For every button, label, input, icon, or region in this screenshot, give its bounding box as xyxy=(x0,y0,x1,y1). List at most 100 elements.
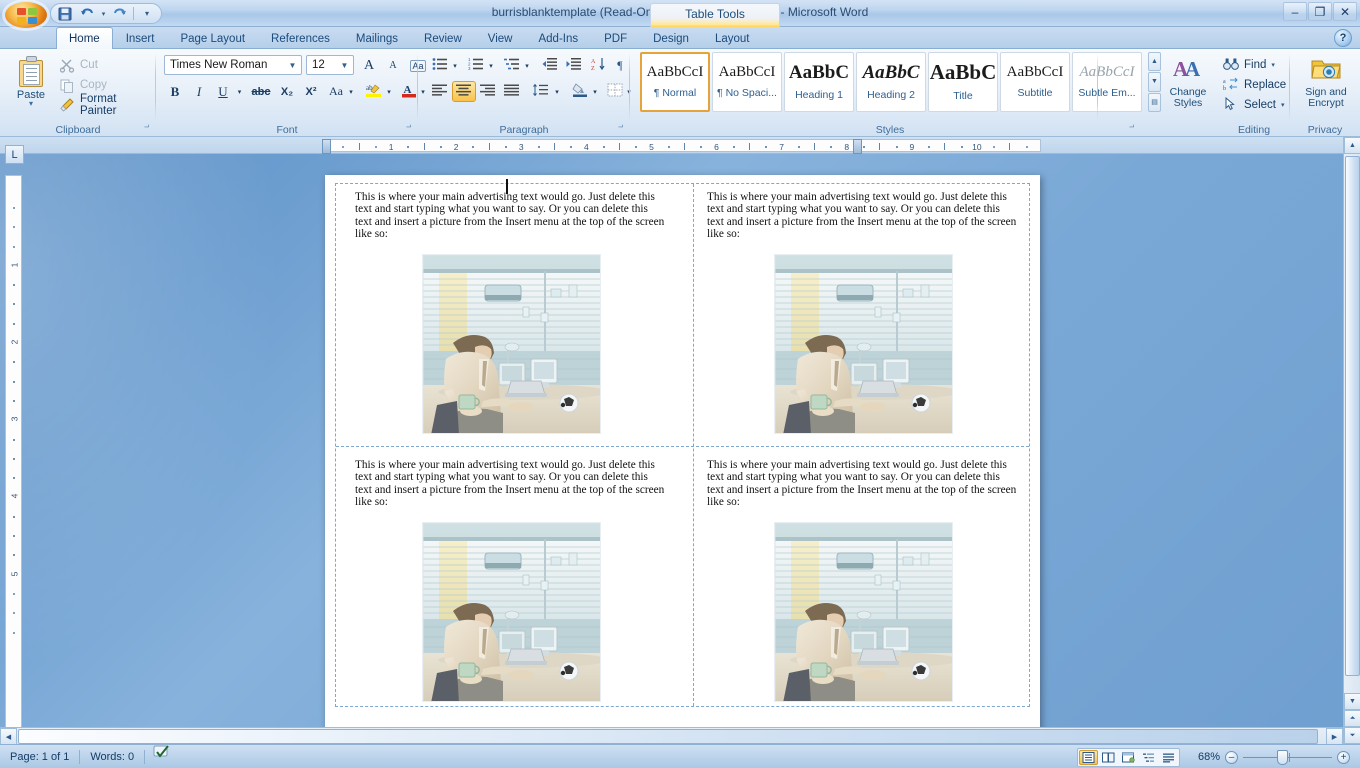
shading-button[interactable] xyxy=(568,81,592,102)
zoom-slider[interactable]: – + xyxy=(1225,750,1350,765)
shading-dropdown-icon[interactable]: ▾ xyxy=(590,81,600,102)
restore-button[interactable]: ❐ xyxy=(1308,2,1332,21)
copy-button[interactable]: Copy xyxy=(56,75,112,94)
proofing-status-icon[interactable] xyxy=(145,744,179,768)
zoom-out-button[interactable]: – xyxy=(1225,751,1238,764)
numbering-dropdown-icon[interactable]: ▾ xyxy=(486,55,496,76)
minimize-button[interactable]: – xyxy=(1283,2,1307,21)
multilevel-list-button[interactable] xyxy=(500,55,524,76)
chevron-down-icon[interactable]: ▼ xyxy=(338,61,351,70)
chevron-down-icon[interactable]: ▼ xyxy=(286,61,299,70)
show-formatting-marks-button[interactable]: ¶ xyxy=(610,55,630,76)
view-outline-icon[interactable] xyxy=(1139,750,1158,765)
superscript-button[interactable]: X² xyxy=(300,81,322,102)
font-name-combo[interactable]: Times New Roman ▼ xyxy=(164,55,302,75)
next-page-icon[interactable]: ⏷ xyxy=(1344,727,1360,744)
underline-dropdown-icon[interactable]: ▾ xyxy=(234,81,245,102)
style-heading-1[interactable]: AaBbC Heading 1 xyxy=(784,52,854,112)
multilevel-dropdown-icon[interactable]: ▾ xyxy=(522,55,532,76)
clipboard-dialog-launcher[interactable] xyxy=(142,124,153,135)
cut-button[interactable]: Cut xyxy=(56,55,103,74)
tab-mailings[interactable]: Mailings xyxy=(343,28,411,49)
line-spacing-button[interactable] xyxy=(530,81,552,102)
line-spacing-dropdown-icon[interactable]: ▾ xyxy=(552,81,562,102)
zoom-in-button[interactable]: + xyxy=(1337,751,1350,764)
style-subtitle[interactable]: AaBbCcI Subtitle xyxy=(1000,52,1070,112)
paste-button[interactable]: Paste ▾ xyxy=(8,53,54,115)
font-size-combo[interactable]: 12 ▼ xyxy=(306,55,354,75)
tab-insert[interactable]: Insert xyxy=(113,28,168,49)
decrease-indent-button[interactable] xyxy=(538,55,562,76)
vertical-ruler[interactable]: 1 2 3 4 5 xyxy=(5,175,22,731)
change-styles-button[interactable]: A A Change Styles xyxy=(1160,52,1216,116)
document-page[interactable]: This is where your main advertising text… xyxy=(325,175,1040,731)
styles-dialog-launcher[interactable] xyxy=(1127,124,1138,135)
view-web-layout-icon[interactable] xyxy=(1119,750,1138,765)
close-button[interactable]: ✕ xyxy=(1333,2,1357,21)
tab-layout[interactable]: Layout xyxy=(702,28,763,49)
office-button[interactable] xyxy=(4,1,48,29)
numbering-button[interactable]: 1 2 3 xyxy=(464,55,488,76)
view-full-screen-reading-icon[interactable] xyxy=(1099,750,1118,765)
style-no-spacing[interactable]: AaBbCcI ¶ No Spaci... xyxy=(712,52,782,112)
tab-stop-selector[interactable]: L xyxy=(5,145,24,164)
paste-caret-icon[interactable]: ▾ xyxy=(29,100,33,108)
select-caret-icon[interactable]: ▾ xyxy=(1281,101,1285,109)
style-subtle-emphasis[interactable]: AaBbCcI Subtle Em... xyxy=(1072,52,1142,112)
photo-bottom-right[interactable] xyxy=(773,521,953,702)
scroll-left-icon[interactable]: ◀ xyxy=(0,728,17,745)
photo-top-left[interactable] xyxy=(421,253,601,434)
save-icon[interactable] xyxy=(55,5,75,22)
highlight-dropdown-icon[interactable]: ▾ xyxy=(384,81,394,102)
paragraph-dialog-launcher[interactable] xyxy=(616,124,627,135)
previous-page-icon[interactable]: ⏶ xyxy=(1344,710,1360,727)
tab-home[interactable]: Home xyxy=(56,27,113,49)
sort-button[interactable]: A Z xyxy=(588,55,610,76)
bullets-dropdown-icon[interactable]: ▾ xyxy=(450,55,460,76)
view-draft-icon[interactable] xyxy=(1159,750,1178,765)
underline-button[interactable]: U xyxy=(212,81,234,102)
right-indent-marker[interactable] xyxy=(853,139,863,154)
table-cell-top-left[interactable]: This is where your main advertising text… xyxy=(341,179,681,445)
text-highlight-button[interactable]: ab xyxy=(362,81,386,102)
zoom-slider-thumb[interactable] xyxy=(1277,750,1288,765)
style-heading-2[interactable]: AaBbC Heading 2 xyxy=(856,52,926,112)
photo-bottom-left[interactable] xyxy=(421,521,601,702)
bullets-button[interactable] xyxy=(428,55,452,76)
tab-review[interactable]: Review xyxy=(411,28,475,49)
horizontal-ruler-scale[interactable]: 1 2 3 4 5 6 7 8 9 10 xyxy=(322,139,1041,154)
font-dialog-launcher[interactable] xyxy=(404,124,415,135)
replace-button[interactable]: a b Replace xyxy=(1220,75,1288,94)
redo-icon[interactable] xyxy=(110,5,130,22)
horizontal-scroll-thumb[interactable] xyxy=(18,729,1318,744)
tab-add-ins[interactable]: Add-Ins xyxy=(525,28,591,49)
page-indicator[interactable]: Page: 1 of 1 xyxy=(0,745,79,768)
find-caret-icon[interactable]: ▾ xyxy=(1271,61,1275,69)
view-print-layout-icon[interactable] xyxy=(1079,750,1098,765)
italic-button[interactable]: I xyxy=(188,81,210,102)
photo-top-right[interactable] xyxy=(773,253,953,434)
zoom-level[interactable]: 68% xyxy=(1198,745,1220,768)
align-center-button[interactable] xyxy=(452,81,476,102)
vertical-scroll-thumb[interactable] xyxy=(1345,156,1360,676)
shrink-font-button[interactable]: A xyxy=(382,55,404,76)
tab-references[interactable]: References xyxy=(258,28,343,49)
select-button[interactable]: Select ▾ xyxy=(1220,95,1288,114)
table-cell-top-right[interactable]: This is where your main advertising text… xyxy=(693,191,1033,445)
horizontal-scrollbar[interactable]: ◀ ▶ xyxy=(0,727,1343,745)
sign-and-encrypt-button[interactable]: Sign and Encrypt xyxy=(1297,52,1355,116)
scroll-up-icon[interactable]: ▲ xyxy=(1344,137,1360,154)
customize-qat-icon[interactable]: ▾ xyxy=(137,5,157,22)
format-painter-button[interactable]: Format Painter xyxy=(56,93,156,117)
tab-view[interactable]: View xyxy=(475,28,526,49)
align-right-button[interactable] xyxy=(476,81,500,102)
strikethrough-button[interactable]: abc xyxy=(248,81,274,102)
change-case-dropdown-icon[interactable]: ▾ xyxy=(346,81,356,102)
undo-icon[interactable] xyxy=(77,5,97,22)
tab-pdf[interactable]: PDF xyxy=(591,28,640,49)
increase-indent-button[interactable] xyxy=(562,55,586,76)
vertical-scrollbar[interactable]: ▲ ▼ ⏶ ⏷ xyxy=(1343,137,1360,744)
tab-page-layout[interactable]: Page Layout xyxy=(167,28,258,49)
left-indent-marker[interactable] xyxy=(322,139,331,154)
undo-dropdown-icon[interactable]: ▾ xyxy=(99,5,108,22)
